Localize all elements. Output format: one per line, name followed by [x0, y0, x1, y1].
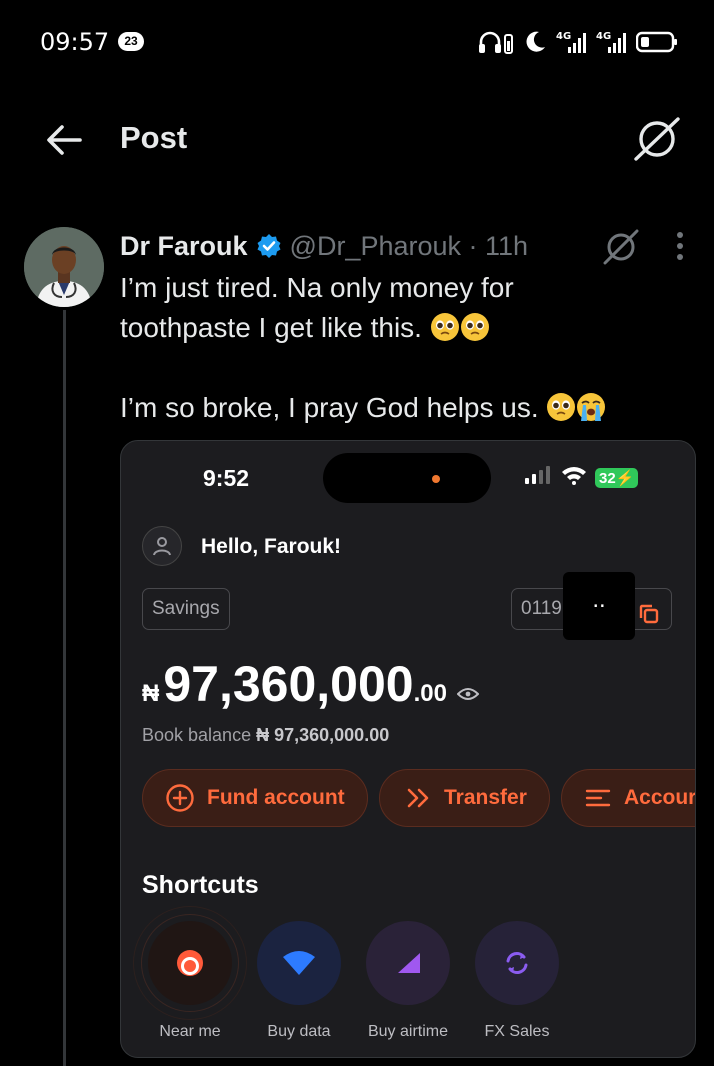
fund-account-label: Fund account: [207, 786, 345, 809]
shortcut-label: FX Sales: [484, 1023, 550, 1040]
page-title: Post: [120, 120, 188, 155]
shortcut-buy-airtime: Buy airtime: [353, 921, 463, 1041]
cell-signal-icon: [525, 466, 553, 489]
author-name[interactable]: Dr Farouk: [120, 231, 248, 262]
author-handle-timestamp[interactable]: @Dr_Pharouk · 11h: [290, 231, 529, 262]
shortcuts-title: Shortcuts: [142, 871, 259, 899]
book-balance: Book balance ₦ 97,360,000.00: [142, 725, 389, 746]
status-icons: 4G 4G: [478, 28, 678, 56]
pleading-face-emoji-icon: [546, 392, 576, 422]
headphones-battery-icon: [478, 29, 514, 55]
grok-icon[interactable]: [632, 114, 682, 164]
post-header: Post: [0, 84, 714, 196]
svg-text:4G: 4G: [596, 31, 611, 42]
fund-account-button: Fund account: [142, 769, 368, 827]
menu-lines-icon: [585, 789, 611, 807]
balance-amount: 97,360,000: [163, 656, 414, 712]
pleading-face-emoji-icon: [460, 312, 490, 342]
wifi-status-icon: [561, 465, 587, 490]
back-arrow-icon[interactable]: [44, 120, 84, 160]
transfer-label: Transfer: [444, 786, 527, 809]
avatar[interactable]: [24, 227, 104, 307]
balance-cents: .00: [413, 680, 447, 707]
signal-icon-2: 4G: [596, 29, 626, 55]
transfer-button: Transfer: [379, 769, 550, 827]
redaction-box: ..: [563, 572, 635, 640]
pleading-face-emoji-icon: [430, 312, 460, 342]
more-options-icon[interactable]: [668, 226, 692, 266]
loudly-crying-face-emoji-icon: [576, 392, 606, 422]
shortcut-fx-sales: FX Sales: [462, 921, 572, 1041]
account-type-pill: Savings: [142, 588, 230, 630]
verified-badge-icon: [256, 233, 282, 259]
shortcut-label: Buy data: [267, 1023, 331, 1040]
account-number-text: 0119: [521, 598, 562, 619]
currency-symbol: ₦: [142, 680, 160, 707]
shortcut-near-me: Near me: [135, 921, 245, 1041]
shortcut-buy-data: Buy data: [244, 921, 354, 1041]
book-balance-label: Book balance: [142, 725, 252, 745]
shortcut-label: Buy airtime: [367, 1023, 449, 1040]
dynamic-island: [323, 453, 491, 503]
accounts-button: Accour: [561, 769, 696, 827]
grok-explain-icon[interactable]: [600, 226, 642, 268]
exchange-icon: [475, 921, 559, 1005]
tweet-media-image[interactable]: 9:52 32⚡ Hello, Farouk! Savings 0119 .. …: [120, 440, 696, 1058]
battery-level-badge: 32⚡: [595, 467, 639, 488]
moon-icon: [524, 30, 546, 54]
near-me-icon: [148, 921, 232, 1005]
greeting-text: Hello, Farouk!: [201, 535, 342, 558]
double-chevron-icon: [407, 788, 429, 808]
svg-text:4G: 4G: [556, 31, 571, 42]
battery-icon: [636, 31, 678, 53]
signal-icon-1: 4G: [556, 29, 586, 55]
shortcut-label: Near me: [159, 1023, 221, 1040]
plus-circle-icon: [166, 784, 194, 812]
screenshot-status-icons: 32⚡: [525, 465, 639, 490]
tweet-line-blank: [120, 348, 700, 388]
hide-balance-eye-icon: [456, 687, 480, 706]
balance-display: ₦ 97,360,000 .00: [142, 655, 480, 713]
accounts-label: Accour: [624, 786, 696, 809]
status-time: 09:57: [40, 28, 110, 56]
tweet-line: I’m just tired. Na only money for: [120, 272, 514, 303]
signal-triangle-icon: [366, 921, 450, 1005]
thread-line: [63, 310, 66, 1066]
island-indicator-dot: [432, 475, 440, 483]
status-bar: 09:57 23 4G 4G: [0, 0, 714, 84]
tweet-text: I’m just tired. Na only money for toothp…: [120, 268, 700, 428]
book-balance-value: ₦ 97,360,000.00: [256, 725, 390, 745]
copy-icon: [639, 599, 659, 639]
tweet-line: I’m so broke, I pray God helps us.: [120, 388, 700, 428]
notification-badge: 23: [118, 32, 144, 51]
tweet-author-row: Dr Farouk @Dr_Pharouk · 11h: [120, 228, 528, 264]
tweet-line: toothpaste I get like this.: [120, 308, 700, 348]
profile-icon: [142, 526, 182, 566]
wifi-icon: [257, 921, 341, 1005]
screenshot-time: 9:52: [203, 465, 250, 491]
